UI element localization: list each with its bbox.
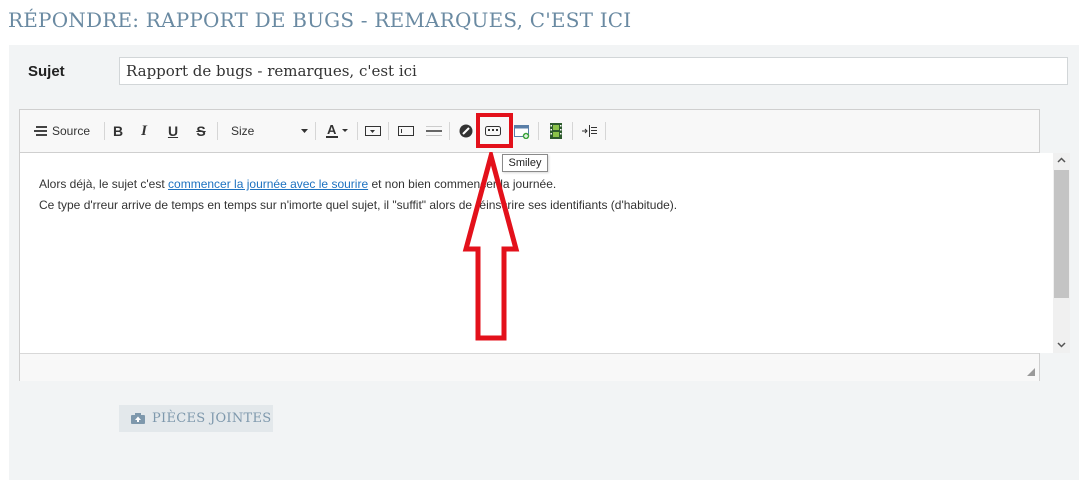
toolbar-separator <box>315 122 316 140</box>
editor-toolbar: Source B I U S Size A <box>20 110 1039 153</box>
chevron-down-icon <box>301 129 308 133</box>
select-field-icon <box>365 126 381 136</box>
editor-scrollbar[interactable] <box>1053 153 1070 353</box>
link-button[interactable] <box>456 121 476 141</box>
editor-line-1: Alors déjà, le sujet c'est commencer la … <box>39 174 677 195</box>
bold-button[interactable]: B <box>110 121 126 141</box>
horizontal-line-button[interactable] <box>423 121 445 141</box>
strikethrough-button[interactable]: S <box>193 121 209 141</box>
scroll-down-icon[interactable] <box>1053 338 1070 352</box>
select-field-button[interactable] <box>362 121 384 141</box>
page-break-icon <box>582 125 597 137</box>
subject-label: Sujet <box>28 63 65 80</box>
toolbar-separator <box>572 122 573 140</box>
strikethrough-icon: S <box>196 123 206 139</box>
annotation-arrow-icon <box>462 152 520 341</box>
text-color-icon: A <box>326 123 348 138</box>
font-size-label: Size <box>231 124 255 138</box>
subject-input[interactable] <box>119 57 1068 85</box>
scroll-up-icon[interactable] <box>1053 153 1070 167</box>
italic-button[interactable]: I <box>136 121 152 141</box>
source-icon <box>34 126 47 136</box>
editor-text: Alors déjà, le sujet c'est commencer la … <box>39 174 677 216</box>
film-icon <box>550 123 562 139</box>
toolbar-separator <box>357 122 358 140</box>
font-size-select[interactable]: Size <box>224 121 310 141</box>
toolbar-separator <box>605 122 606 140</box>
toolbar-separator <box>449 122 450 140</box>
editor-status-bar <box>20 353 1039 381</box>
underline-button[interactable]: U <box>165 121 181 141</box>
italic-icon: I <box>141 122 147 139</box>
toolbar-separator <box>104 122 105 140</box>
toolbar-separator <box>538 122 539 140</box>
horizontal-line-icon <box>426 126 442 136</box>
upload-icon <box>131 413 145 424</box>
annotation-highlight-box <box>476 113 513 148</box>
rich-text-editor: Source B I U S Size A Alors déjà, le suj… <box>19 109 1070 381</box>
text-field-icon <box>398 126 414 136</box>
page-title: RÉPONDRE: RAPPORT DE BUGS - REMARQUES, C… <box>8 8 632 32</box>
underline-icon: U <box>167 123 179 139</box>
link-icon <box>459 124 473 138</box>
resize-handle-icon[interactable] <box>1027 368 1036 377</box>
source-label: Source <box>52 124 91 138</box>
video-button[interactable] <box>545 121 567 141</box>
editor-link[interactable]: commencer la journée avec le sourire <box>168 177 368 191</box>
editor-line-2: Ce type d'rreur arrive de temps en temps… <box>39 198 678 212</box>
attachments-button[interactable]: PIÈCES JOINTES <box>119 405 273 432</box>
toolbar-separator <box>388 122 389 140</box>
bold-icon: B <box>112 123 124 139</box>
scroll-thumb[interactable] <box>1054 170 1069 298</box>
text-field-button[interactable] <box>395 121 417 141</box>
iframe-button[interactable] <box>511 121 533 141</box>
text-segment: Alors déjà, le sujet c'est <box>39 177 169 191</box>
toolbar-separator <box>217 122 218 140</box>
reply-form: Sujet Source B I U <box>9 45 1079 480</box>
text-color-button[interactable]: A <box>322 121 352 141</box>
attachments-label: PIÈCES JOINTES <box>152 411 272 426</box>
svg-text:A: A <box>327 123 337 137</box>
iframe-icon <box>514 124 530 139</box>
page-break-button[interactable] <box>578 121 600 141</box>
source-button[interactable]: Source <box>34 122 90 140</box>
editor-content-area[interactable]: Alors déjà, le sujet c'est commencer la … <box>20 153 1053 353</box>
